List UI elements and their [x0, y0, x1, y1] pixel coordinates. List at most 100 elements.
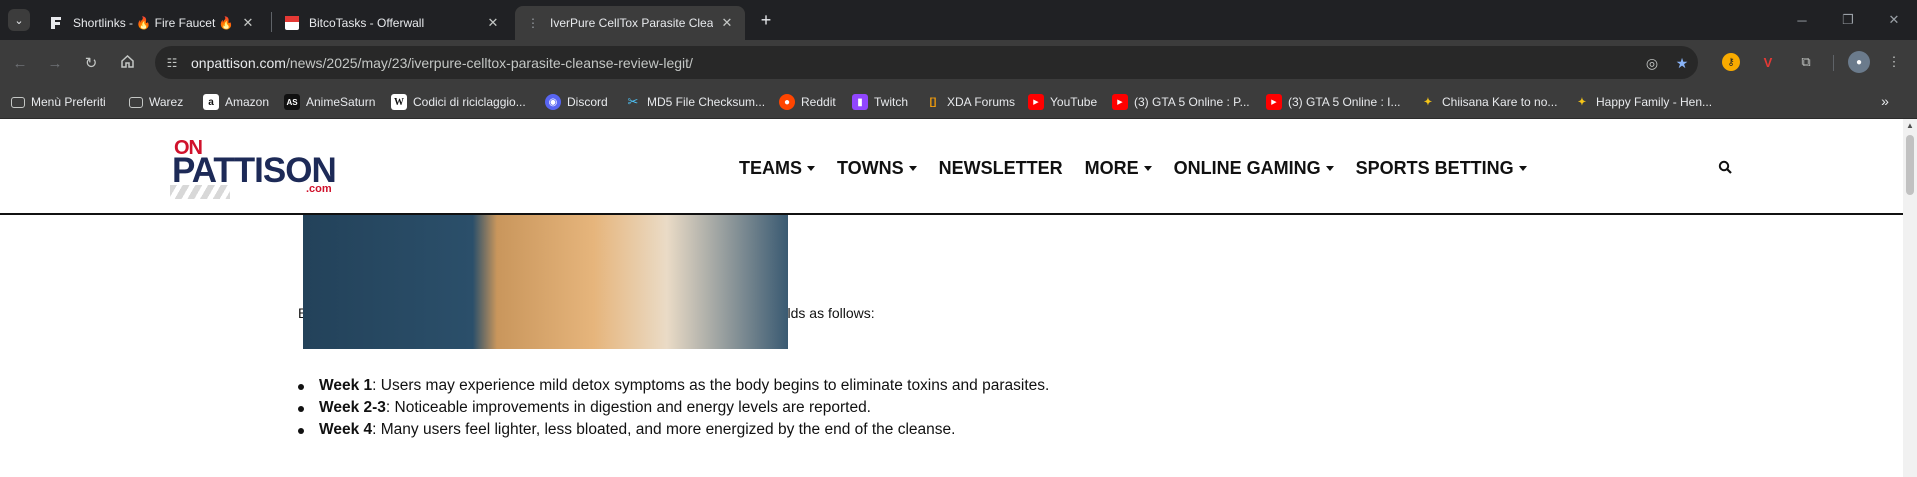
bookmark-md5[interactable]: ✂ MD5 File Checksum... [625, 92, 765, 112]
nav-towns[interactable]: TOWNS [837, 158, 917, 179]
eye-off-icon[interactable]: ◎ [1642, 53, 1662, 73]
bookmark-xda[interactable]: [] XDA Forums [925, 92, 1015, 112]
discord-icon: ◉ [545, 94, 561, 110]
chevron-down-icon: ⌄ [14, 14, 24, 27]
nav-teams[interactable]: TEAMS [739, 158, 815, 179]
list-item: Week 4: Many users feel lighter, less bl… [298, 419, 1049, 441]
bookmark-animesaturn[interactable]: AS AnimeSaturn [284, 92, 375, 112]
tab-fire-faucet[interactable]: Shortlinks - 🔥 Fire Faucet 🔥 ✕ [38, 6, 266, 40]
avatar[interactable]: ● [1848, 51, 1870, 73]
bookmark-youtube[interactable]: ▶ YouTube [1028, 92, 1097, 112]
minimize-icon: ─ [1797, 12, 1807, 28]
page-scrollbar[interactable]: ▲ [1903, 119, 1917, 477]
md5-icon: ✂ [627, 94, 639, 109]
bookmark-menu-preferiti[interactable]: Menù Preferiti [11, 92, 106, 112]
bookmark-chiisana[interactable]: ✦ Chiisana Kare to no... [1420, 92, 1558, 112]
address-bar[interactable]: ☷ onpattison.com/news/2025/may/23/iverpu… [155, 46, 1698, 79]
reload-button[interactable]: ↻ [79, 51, 103, 75]
arrow-right-icon: → [47, 54, 63, 72]
fire-faucet-icon [48, 15, 64, 31]
extension-key-icon[interactable]: ⚷ [1722, 53, 1740, 71]
bitcotasks-icon [284, 15, 300, 31]
tab-separator [271, 12, 272, 32]
youtube-icon: ▶ [1266, 94, 1282, 110]
list-item: Week 2-3: Noticeable improvements in dig… [298, 397, 1049, 419]
close-window-button[interactable]: ✕ [1882, 8, 1906, 32]
plus-icon: + [760, 9, 772, 30]
bookmark-discord[interactable]: ◉ Discord [545, 92, 608, 112]
caret-down-icon [908, 165, 917, 171]
kebab-menu-icon[interactable]: ⋮ [1883, 51, 1905, 73]
site-logo[interactable]: ON PATTISON .com [170, 137, 340, 199]
close-icon[interactable]: ✕ [485, 15, 501, 31]
tab-iverpure-active[interactable]: ⋮ IverPure CellTox Parasite Cleanse ✕ [515, 6, 745, 40]
caret-down-icon [1518, 165, 1527, 171]
nav-more[interactable]: MORE [1085, 158, 1152, 179]
double-chevron-right-icon: » [1881, 93, 1889, 109]
site-info-icon[interactable]: ☷ [163, 54, 181, 72]
list-item: Week 1: Users may experience mild detox … [298, 375, 1049, 397]
scroll-thumb[interactable] [1906, 135, 1914, 195]
tab-strip: ⌄ Shortlinks - 🔥 Fire Faucet 🔥 ✕ BitcoTa… [0, 0, 1917, 40]
restore-button[interactable]: ❐ [1836, 8, 1860, 32]
bookmark-amazon[interactable]: a Amazon [203, 92, 269, 112]
restore-icon: ❐ [1842, 12, 1854, 27]
youtube-icon: ▶ [1028, 94, 1044, 110]
new-tab-button[interactable]: + [756, 10, 776, 30]
folder-icon [11, 96, 25, 108]
close-icon: ✕ [1888, 12, 1900, 27]
tab-search-button[interactable]: ⌄ [8, 9, 30, 31]
bookmark-codici[interactable]: W Codici di riciclaggio... [391, 92, 526, 112]
bookmark-reddit[interactable]: ● Reddit [779, 92, 836, 112]
reddit-icon: ● [779, 94, 795, 110]
extension-shield-icon[interactable]: V [1757, 51, 1779, 73]
home-icon [120, 54, 135, 73]
close-icon[interactable]: ✕ [240, 15, 256, 31]
animesaturn-icon: AS [284, 94, 300, 110]
bookmark-happy-family[interactable]: ✦ Happy Family - Hen... [1574, 92, 1712, 112]
bookmark-twitch[interactable]: ▮ Twitch [852, 92, 908, 112]
nav-online-gaming[interactable]: ONLINE GAMING [1174, 158, 1334, 179]
bookmark-warez[interactable]: Warez [129, 92, 183, 112]
search-icon [1718, 160, 1732, 177]
hentai-site-icon: ✦ [1423, 96, 1433, 108]
youtube-icon: ▶ [1112, 94, 1128, 110]
web-page: ON PATTISON .com TEAMS TOWNS NEWSLETTER … [0, 119, 1917, 477]
forward-button[interactable]: → [43, 51, 67, 75]
bookmark-gta-1[interactable]: ▶ (3) GTA 5 Online : P... [1112, 92, 1250, 112]
wikipedia-icon: W [391, 94, 407, 110]
extensions-puzzle-icon[interactable]: ⧉ [1795, 51, 1817, 73]
back-button[interactable]: ← [8, 51, 32, 75]
minimize-button[interactable]: ─ [1790, 8, 1814, 32]
caret-down-icon [1143, 165, 1152, 171]
close-icon[interactable]: ✕ [719, 15, 735, 31]
hentai-site-icon: ✦ [1577, 96, 1587, 108]
caret-down-icon [807, 165, 815, 171]
xda-icon: [] [929, 96, 937, 108]
tab-title: Shortlinks - 🔥 Fire Faucet 🔥 [73, 16, 234, 30]
bookmarks-overflow-button[interactable]: » [1874, 90, 1896, 112]
folder-icon [129, 96, 143, 108]
loading-icon: ⋮ [527, 16, 539, 30]
main-nav: TEAMS TOWNS NEWSLETTER MORE ONLINE GAMIN… [739, 157, 1549, 179]
twitch-icon: ▮ [852, 94, 868, 110]
star-icon[interactable]: ★ [1672, 53, 1692, 73]
logo-com: .com [306, 183, 332, 195]
site-header: ON PATTISON .com TEAMS TOWNS NEWSLETTER … [0, 119, 1903, 215]
site-search-button[interactable] [1716, 159, 1734, 177]
reload-icon: ↻ [84, 55, 98, 72]
amazon-icon: a [203, 94, 219, 110]
bookmark-gta-2[interactable]: ▶ (3) GTA 5 Online : I... [1266, 92, 1400, 112]
toolbar-divider [1833, 55, 1834, 71]
scroll-up-icon[interactable]: ▲ [1906, 121, 1914, 130]
nav-newsletter[interactable]: NEWSLETTER [939, 158, 1063, 179]
caret-down-icon [1325, 165, 1334, 171]
url-text: onpattison.com/news/2025/may/23/iverpure… [191, 55, 693, 71]
arrow-left-icon: ← [12, 54, 28, 72]
browser-toolbar: ← → ↻ ☷ onpattison.com/news/2025/may/23/… [0, 40, 1917, 85]
tab-bitcotasks[interactable]: BitcoTasks - Offerwall ✕ [274, 6, 511, 40]
tab-title: IverPure CellTox Parasite Cleanse [550, 16, 713, 30]
article-image [303, 215, 788, 349]
home-button[interactable] [115, 51, 139, 75]
nav-sports-betting[interactable]: SPORTS BETTING [1356, 158, 1527, 179]
